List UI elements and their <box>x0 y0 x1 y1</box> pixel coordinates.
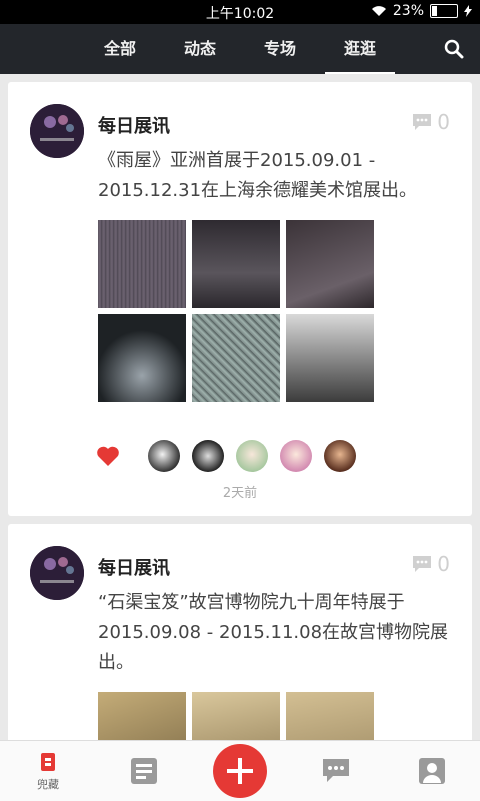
feed-list[interactable]: 每日展讯 0 《雨屋》亚洲首展于2015.09.01 - 2015.12.31在… <box>0 74 480 740</box>
liker-avatar[interactable] <box>148 440 180 472</box>
photo-thumbnail[interactable] <box>98 220 186 308</box>
comment-icon <box>413 114 432 130</box>
photo-thumbnail[interactable] <box>192 220 280 308</box>
author-avatar[interactable] <box>30 546 84 600</box>
photo-thumbnail[interactable] <box>192 692 280 740</box>
author-avatar[interactable] <box>30 104 84 158</box>
like-heart-icon[interactable] <box>96 445 120 467</box>
photo-thumbnail[interactable] <box>98 314 186 402</box>
liker-avatar[interactable] <box>192 440 224 472</box>
post-time: 2天前 <box>222 486 258 501</box>
author-name[interactable]: 每日展讯 <box>98 112 170 138</box>
photo-thumbnail[interactable] <box>192 314 280 402</box>
likes-row <box>96 440 368 472</box>
status-right: 23% <box>371 3 472 19</box>
post-text: 《雨屋》亚洲首展于2015.09.01 - 2015.12.31在上海余德耀美术… <box>98 150 418 201</box>
message-icon <box>323 759 349 782</box>
liker-avatar[interactable] <box>280 440 312 472</box>
post-text: “石渠宝笈”故宫博物院九十周年特展于2015.09.08 - 2015.11.0… <box>98 592 449 673</box>
list-icon <box>131 758 157 784</box>
favorites-icon <box>41 752 55 771</box>
tab-all[interactable]: 全部 <box>85 24 155 74</box>
photo-grid <box>98 220 374 402</box>
wifi-icon <box>371 6 386 16</box>
photo-thumbnail[interactable] <box>98 692 186 740</box>
search-icon[interactable] <box>444 39 464 59</box>
photo-grid <box>98 692 374 740</box>
battery-percent: 23% <box>392 3 424 19</box>
nav-favorites[interactable]: 兜藏 <box>20 741 76 801</box>
post-card[interactable]: 每日展讯 0 “石渠宝笈”故宫博物院九十周年特展于2015.09.08 - 20… <box>8 524 472 740</box>
add-post-button[interactable] <box>213 744 267 798</box>
photo-thumbnail[interactable] <box>286 692 374 740</box>
tab-feed[interactable]: 动态 <box>165 24 235 74</box>
comment-icon <box>413 556 432 572</box>
favorites-label: 兜藏 <box>37 777 59 791</box>
comment-count: 0 <box>437 110 450 134</box>
tab-browse[interactable]: 逛逛 <box>325 24 395 74</box>
nav-profile[interactable] <box>404 741 460 801</box>
liker-avatar[interactable] <box>236 440 268 472</box>
post-card[interactable]: 每日展讯 0 《雨屋》亚洲首展于2015.09.01 - 2015.12.31在… <box>8 82 472 516</box>
liker-avatar[interactable] <box>324 440 356 472</box>
comment-count: 0 <box>437 552 450 576</box>
nav-messages[interactable] <box>308 741 364 801</box>
top-nav: 全部 动态 专场 逛逛 <box>0 24 480 74</box>
comment-button[interactable]: 0 <box>411 552 450 576</box>
tab-special[interactable]: 专场 <box>245 24 315 74</box>
charging-icon <box>464 5 472 17</box>
author-name[interactable]: 每日展讯 <box>98 554 170 580</box>
battery-icon <box>430 4 458 18</box>
comment-button[interactable]: 0 <box>411 110 450 134</box>
status-bar: 上午10:02 23% <box>0 0 480 24</box>
photo-thumbnail[interactable] <box>286 314 374 402</box>
photo-thumbnail[interactable] <box>286 220 374 308</box>
nav-list[interactable] <box>116 741 172 801</box>
profile-icon <box>419 758 445 784</box>
